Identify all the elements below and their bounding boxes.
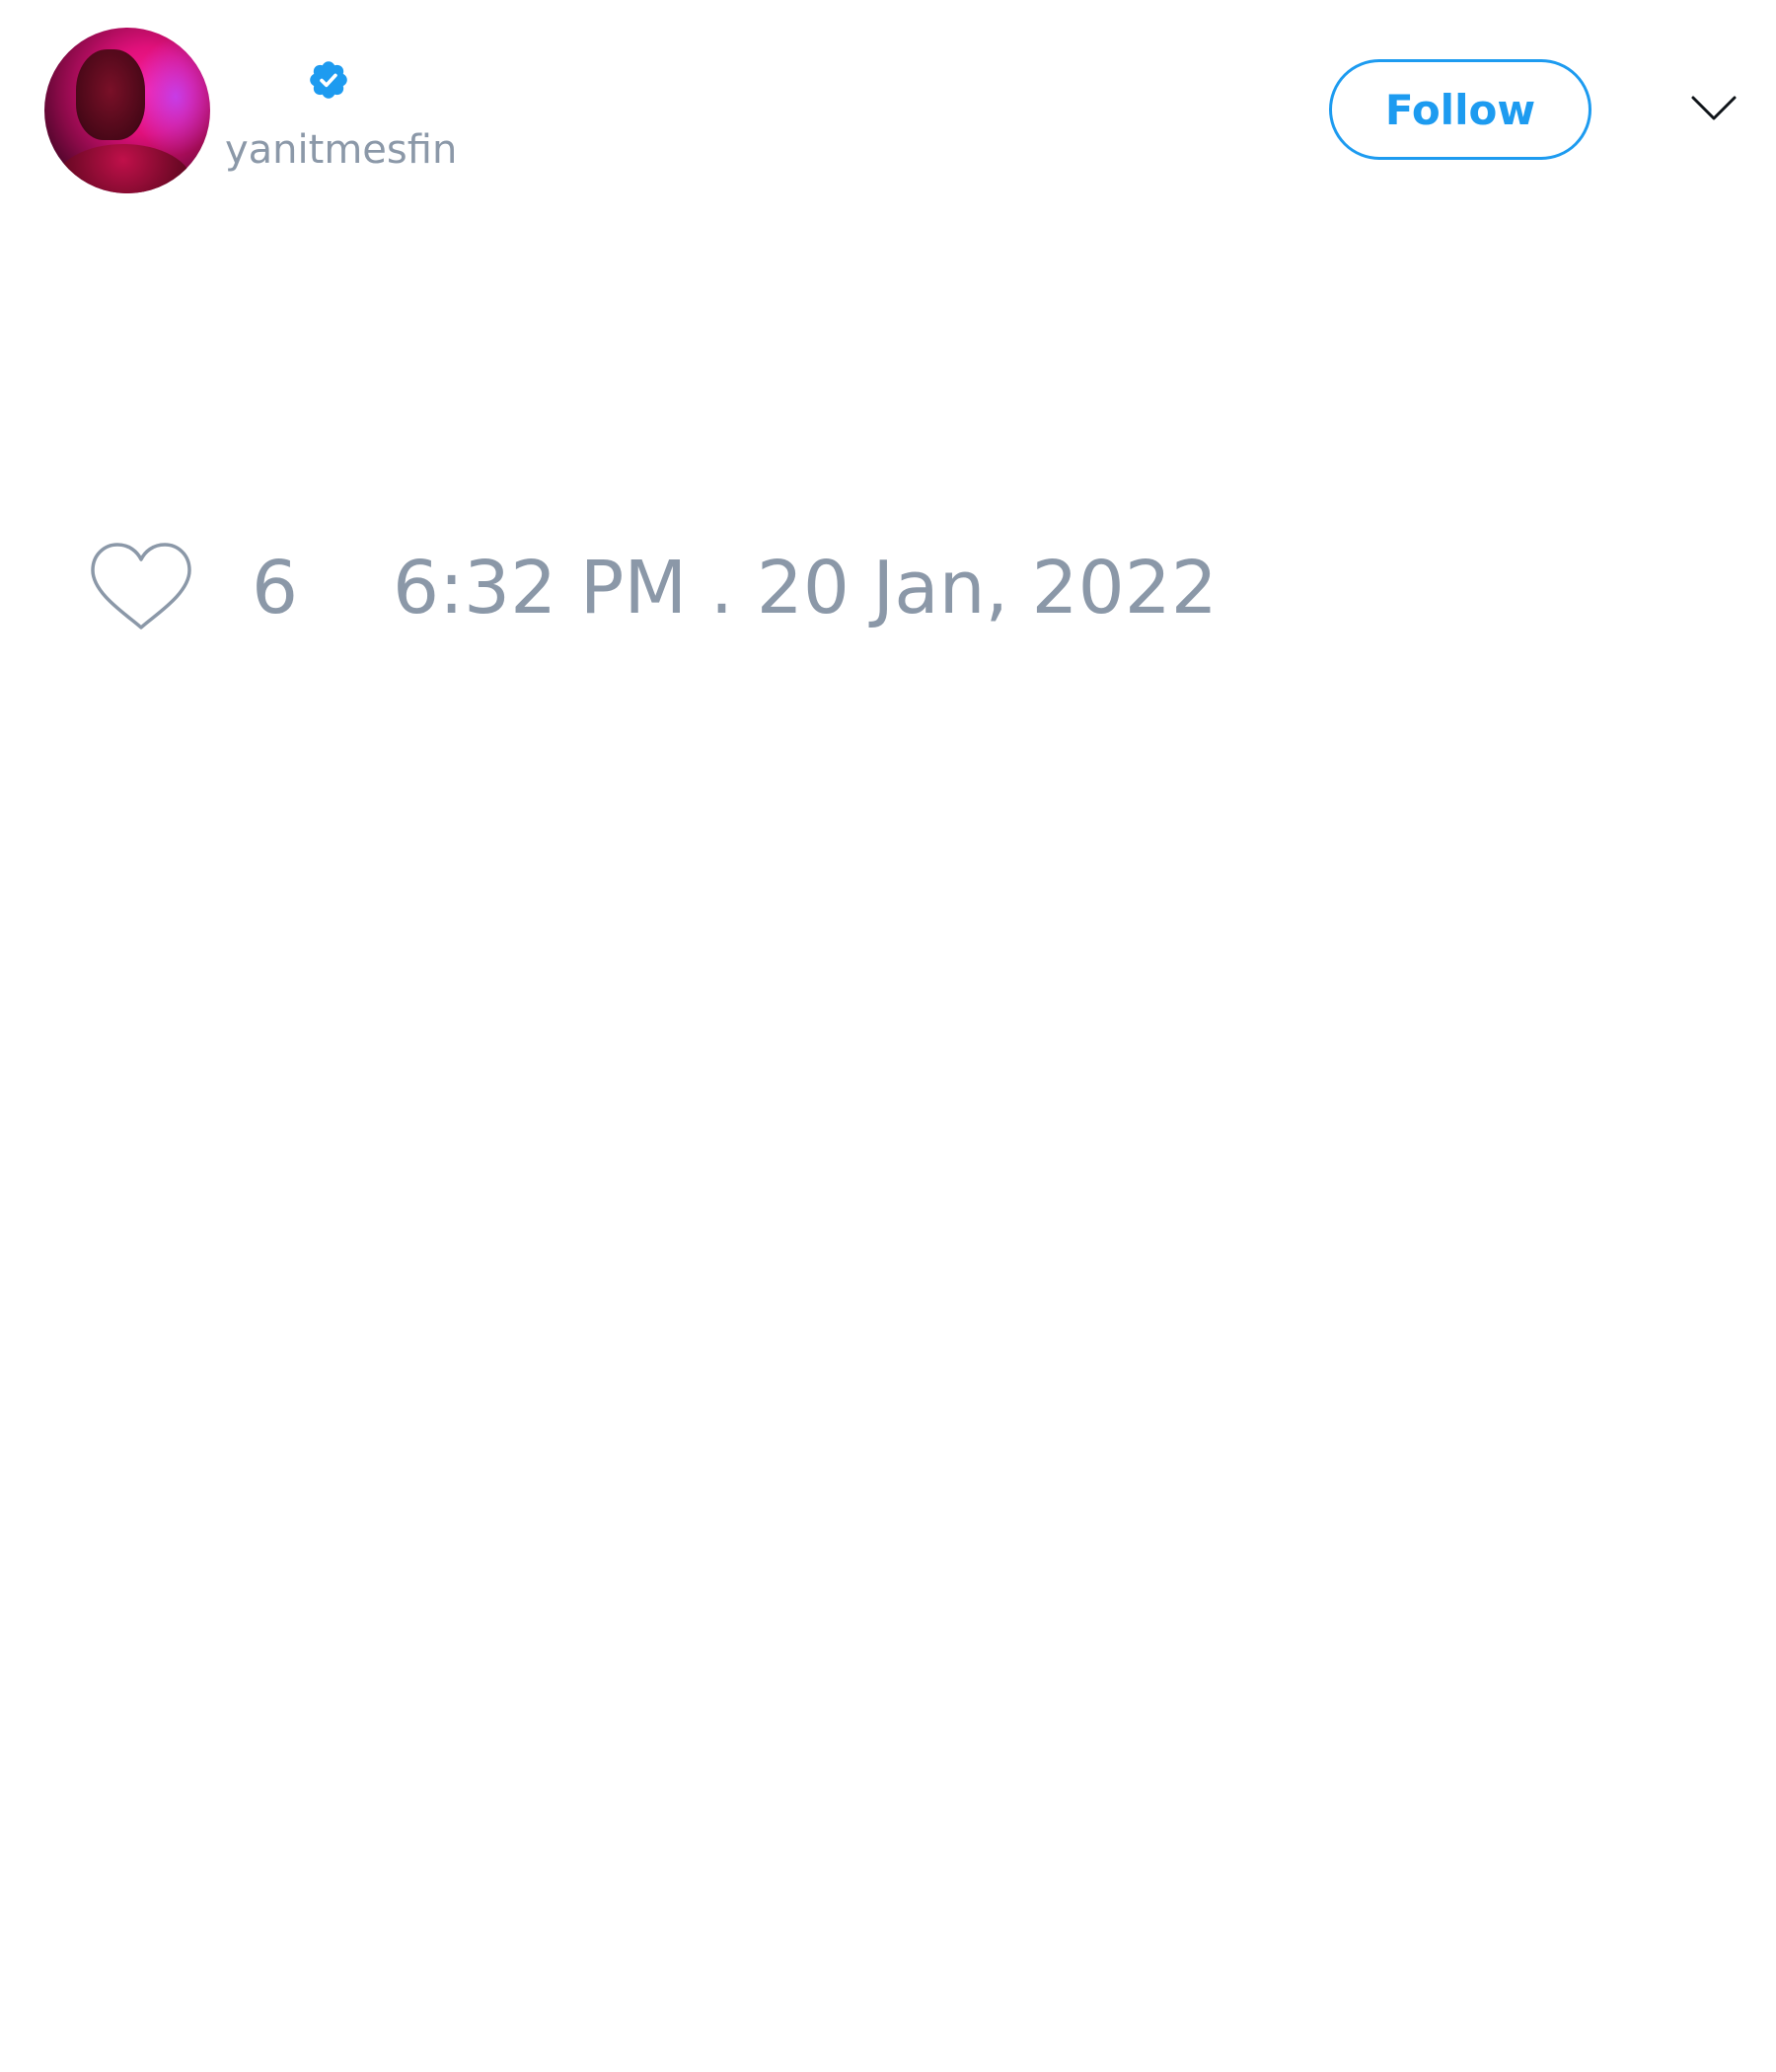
avatar-face xyxy=(76,49,145,140)
verified-badge-icon xyxy=(310,61,347,99)
tweet-timestamp[interactable]: 6:32 PM . 20 Jan, 2022 xyxy=(393,547,1218,629)
follow-button[interactable]: Follow xyxy=(1329,59,1591,160)
like-count: 6 xyxy=(252,546,299,630)
chevron-down-icon[interactable] xyxy=(1690,94,1738,123)
tweet-card: yanitmesfin Follow 6 6:32 PM . 20 Jan, 2… xyxy=(0,0,1776,2072)
heart-icon[interactable] xyxy=(89,541,193,635)
username[interactable]: yanitmesfin xyxy=(225,124,457,176)
avatar[interactable] xyxy=(44,28,210,193)
